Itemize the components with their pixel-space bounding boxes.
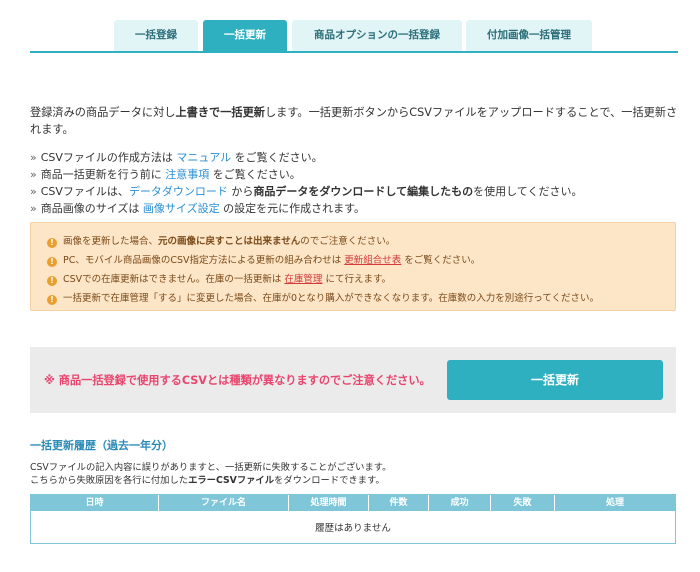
csv-caution-text: ※ 商品一括登録で使用するCSVとは種類が異なりますのでご注意ください。: [44, 374, 431, 387]
warning-item: ! 画像を更新した場合、元の画像に戻すことは出来ませんのでご注意ください。: [47, 232, 675, 251]
column-header-datetime: 日時: [31, 495, 159, 511]
image-size-settings-link[interactable]: 画像サイズ設定: [143, 202, 220, 215]
column-header-duration: 処理時間: [289, 495, 369, 511]
inventory-management-link[interactable]: 在庫管理: [284, 274, 322, 285]
bullet-icon: »: [30, 151, 37, 164]
warning-box: ! 画像を更新した場合、元の画像に戻すことは出来ませんのでご注意ください。 ! PC…: [30, 222, 676, 311]
column-header-failure: 失敗: [491, 495, 555, 511]
column-header-filename: ファイル名: [159, 495, 289, 511]
warning-item: ! CSVでの在庫更新はできません。在庫の一括更新は 在庫管理 にて行えます。: [47, 270, 675, 289]
history-description: CSVファイルの記入内容に誤りがありますと、一括更新に失敗することがございます。…: [30, 462, 392, 486]
action-bar: ※ 商品一括登録で使用するCSVとは種類が異なりますのでご注意ください。 一括更…: [30, 347, 676, 413]
tab-option-bulk-register[interactable]: 商品オプションの一括登録: [292, 20, 462, 51]
intro-emphasis: 上書きで一括更新: [175, 106, 265, 119]
update-combination-link[interactable]: 更新組合せ表: [344, 255, 401, 266]
bulk-update-button[interactable]: 一括更新: [447, 360, 663, 400]
column-header-count: 件数: [369, 495, 429, 511]
intro-text: 登録済みの商品データに対し上書きで一括更新します。一括更新ボタンからCSVファイ…: [30, 104, 678, 138]
exclamation-icon: !: [47, 238, 57, 248]
bullet-icon: »: [30, 202, 37, 215]
intro-part1: 登録済みの商品データに対し: [30, 106, 176, 119]
column-header-action: 処理: [605, 498, 624, 508]
tab-extra-image-manage[interactable]: 付加画像一括管理: [466, 20, 592, 51]
warning-item: ! PC、モバイル商品画像のCSV指定方法による更新の組み合わせは 更新組合せ表 …: [47, 251, 675, 270]
notes-list: » CSVファイルの作成方法は マニュアル をご覧ください。 » 商品一括更新を行う…: [30, 149, 678, 217]
tab-bulk-register[interactable]: 一括登録: [114, 20, 198, 51]
table-header: 日時 ファイル名 処理時間 件数 成功 失敗 処理: [31, 495, 675, 511]
exclamation-icon: !: [47, 276, 57, 286]
exclamation-icon: !: [47, 257, 57, 267]
note-item: » CSVファイルの作成方法は マニュアル をご覧ください。: [30, 151, 323, 164]
empty-history-message: 履歴はありません: [315, 523, 391, 534]
note-item: » 商品画像のサイズは 画像サイズ設定 の設定を元に作成されます。: [30, 202, 365, 215]
warning-item: ! 一括更新で在庫管理「する」に変更した場合、在庫が0となり購入ができなくなります…: [47, 289, 675, 308]
note-item: » CSVファイルは、データダウンロード から商品データをダウンロードして編集した…: [30, 185, 583, 198]
note-item: » 商品一括更新を行う前に 注意事項 をご覧ください。: [30, 168, 301, 181]
column-header-success: 成功: [429, 495, 491, 511]
tab-bar: 一括登録 一括更新 商品オプションの一括登録 付加画像一括管理: [30, 20, 678, 53]
exclamation-icon: !: [47, 295, 57, 305]
history-table: 日時 ファイル名 処理時間 件数 成功 失敗 処理 履歴はありません: [30, 494, 676, 544]
bullet-icon: »: [30, 168, 37, 181]
bullet-icon: »: [30, 185, 37, 198]
precautions-link[interactable]: 注意事項: [165, 168, 209, 181]
data-download-link[interactable]: データダウンロード: [129, 185, 228, 198]
tab-bulk-update[interactable]: 一括更新: [203, 20, 287, 51]
history-title: 一括更新履歴（過去一年分）: [30, 439, 173, 452]
manual-link[interactable]: マニュアル: [176, 151, 231, 164]
